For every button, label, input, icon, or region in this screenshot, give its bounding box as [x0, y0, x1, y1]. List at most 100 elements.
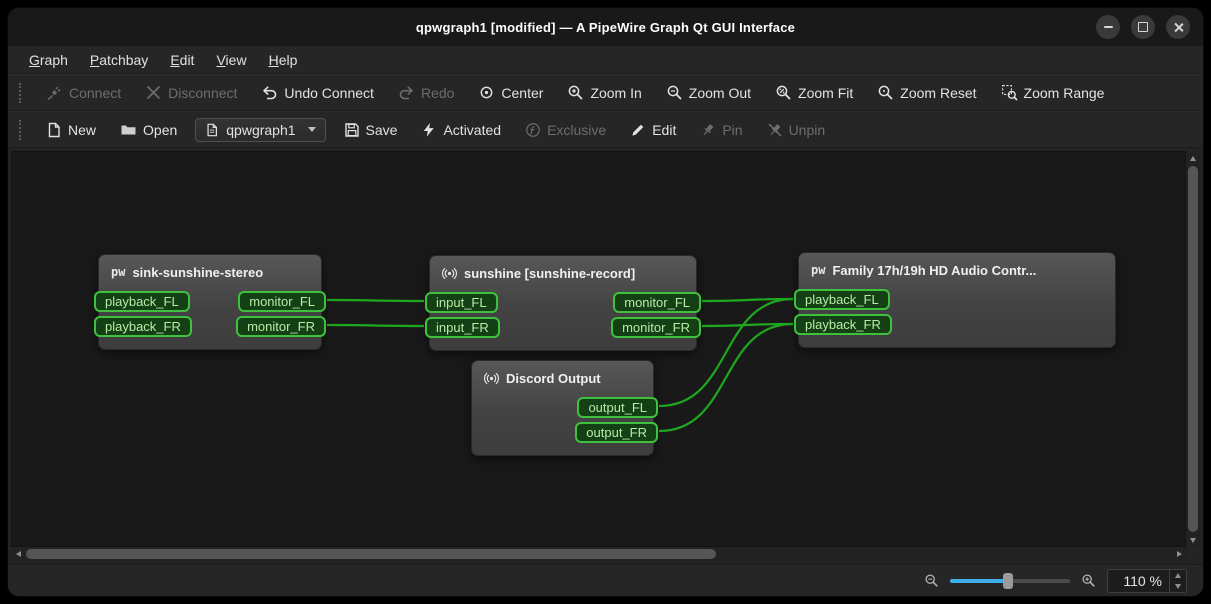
disconnect-button[interactable]: Disconnect [136, 79, 246, 106]
horizontal-scrollbar-thumb[interactable] [26, 549, 716, 559]
patchbay-file-combo[interactable]: qpwgraph1 [195, 118, 325, 142]
zoom-reset-label: Zoom Reset [900, 85, 976, 101]
zoom-slider-fill [950, 579, 1008, 583]
menu-patchbay[interactable]: Patchbay [79, 48, 159, 72]
arrow-down-icon [1175, 584, 1181, 589]
connect-button[interactable]: Connect [37, 79, 130, 106]
zoom-fit-icon [775, 84, 792, 101]
arrow-left-icon [16, 551, 21, 557]
window-title: qpwgraph1 [modified] — A PipeWire Graph … [416, 20, 795, 35]
new-button[interactable]: New [37, 117, 105, 143]
save-icon [344, 122, 360, 138]
exclusive-label: Exclusive [547, 122, 606, 138]
menu-edit[interactable]: Edit [159, 48, 205, 72]
zoom-spinbox[interactable]: 110 % [1107, 569, 1187, 593]
sink-sunshine-stereo-port-monitor_FR[interactable]: monitor_FR [236, 316, 326, 337]
pipewire-icon: pw [811, 263, 825, 278]
zoom-value: 110 % [1108, 570, 1169, 592]
zoom-slider[interactable] [950, 572, 1070, 590]
port-row: input_FRmonitor_FR [430, 317, 696, 338]
discord-output-port-output_FL[interactable]: output_FL [577, 397, 658, 418]
scroll-left-button[interactable] [11, 547, 25, 561]
save-button[interactable]: Save [335, 117, 407, 143]
arrow-right-icon [1177, 551, 1182, 557]
app-window: qpwgraph1 [modified] — A PipeWire Graph … [8, 8, 1203, 596]
zoom-in-mini-icon[interactable] [1081, 573, 1096, 588]
graph-node-sunshine[interactable]: sunshine [sunshine-record]input_FLmonito… [429, 255, 697, 351]
unpin-button[interactable]: Unpin [758, 117, 835, 143]
connection-wire[interactable] [327, 325, 424, 326]
graph-node-family-hd-audio[interactable]: pwFamily 17h/19h HD Audio Contr...playba… [798, 252, 1116, 348]
activated-toggle[interactable]: Activated [412, 117, 510, 143]
port-row: playback_FLmonitor_FL [99, 291, 321, 312]
zoom-increment-button[interactable] [1170, 570, 1186, 581]
activated-label: Activated [443, 122, 501, 138]
undo-connect-button[interactable]: Undo Connect [252, 79, 383, 106]
graph-node-discord-output[interactable]: Discord Outputoutput_FL output_FR [471, 360, 654, 456]
sunshine-port-monitor_FL[interactable]: monitor_FL [613, 292, 701, 313]
redo-icon [398, 84, 415, 101]
graph-node-sink-sunshine-stereo[interactable]: pwsink-sunshine-stereoplayback_FLmonitor… [98, 254, 322, 350]
zoom-in-label: Zoom In [590, 85, 641, 101]
zoom-decrement-button[interactable] [1170, 581, 1186, 592]
zoom-range-icon [1001, 84, 1018, 101]
zoom-out-mini-icon[interactable] [924, 573, 939, 588]
unpin-icon [767, 122, 783, 138]
family-hd-audio-port-playback_FR[interactable]: playback_FR [794, 314, 892, 335]
node-title: sunshine [sunshine-record] [464, 266, 635, 281]
zoom-out-button[interactable]: Zoom Out [657, 79, 760, 106]
pin-button[interactable]: Pin [691, 117, 751, 143]
horizontal-scrollbar[interactable] [11, 547, 1186, 561]
toolbar-drag-handle[interactable] [19, 83, 25, 103]
port-row: playback_FL [799, 289, 1115, 310]
sink-sunshine-stereo-port-monitor_FL[interactable]: monitor_FL [238, 291, 326, 312]
redo-button[interactable]: Redo [389, 79, 463, 106]
open-button[interactable]: Open [111, 116, 186, 143]
graph-canvas[interactable]: pwsink-sunshine-stereoplayback_FLmonitor… [11, 151, 1186, 547]
scroll-up-button[interactable] [1186, 151, 1200, 165]
toolbar-drag-handle[interactable] [19, 120, 25, 140]
sunshine-port-input_FR[interactable]: input_FR [425, 317, 500, 338]
minimize-button[interactable] [1096, 15, 1120, 39]
sunshine-port-monitor_FR[interactable]: monitor_FR [611, 317, 701, 338]
menu-view[interactable]: View [205, 48, 257, 72]
node-header: Discord Output [472, 361, 653, 397]
menu-help[interactable]: Help [258, 48, 309, 72]
center-button[interactable]: Center [469, 79, 552, 106]
redo-label: Redo [421, 85, 454, 101]
zoom-reset-icon [877, 84, 894, 101]
zoom-slider-handle[interactable] [1003, 573, 1013, 589]
scroll-down-button[interactable] [1186, 533, 1200, 547]
spinbox-arrows [1169, 570, 1186, 592]
sink-sunshine-stereo-port-playback_FR[interactable]: playback_FR [94, 316, 192, 337]
menu-graph[interactable]: Graph [18, 48, 79, 72]
edit-pencil-icon [630, 122, 646, 138]
zoom-fit-button[interactable]: Zoom Fit [766, 79, 862, 106]
zoom-out-icon [666, 84, 683, 101]
disconnect-icon [145, 84, 162, 101]
family-hd-audio-port-playback_FL[interactable]: playback_FL [794, 289, 890, 310]
connect-icon [46, 84, 63, 101]
node-title: sink-sunshine-stereo [132, 265, 263, 280]
vertical-scrollbar[interactable] [1186, 151, 1200, 547]
connection-wire[interactable] [327, 300, 424, 301]
close-button[interactable] [1166, 15, 1190, 39]
edit-button[interactable]: Edit [621, 117, 685, 143]
arrow-up-icon [1190, 156, 1196, 161]
vertical-scrollbar-thumb[interactable] [1188, 166, 1198, 532]
zoom-reset-button[interactable]: Zoom Reset [868, 79, 985, 106]
sink-sunshine-stereo-port-playback_FL[interactable]: playback_FL [94, 291, 190, 312]
scroll-right-button[interactable] [1172, 547, 1186, 561]
activated-bolt-icon [421, 122, 437, 138]
discord-output-port-output_FR[interactable]: output_FR [575, 422, 658, 443]
sunshine-port-input_FL[interactable]: input_FL [425, 292, 498, 313]
close-icon [1173, 22, 1184, 33]
port-row: output_FR [472, 422, 653, 443]
exclusive-toggle[interactable]: Exclusive [516, 117, 615, 143]
graph-canvas-area: pwsink-sunshine-stereoplayback_FLmonitor… [8, 148, 1203, 564]
node-header: pwFamily 17h/19h HD Audio Contr... [799, 253, 1115, 289]
zoom-range-button[interactable]: Zoom Range [992, 79, 1114, 106]
port-row: output_FL [472, 397, 653, 418]
zoom-in-button[interactable]: Zoom In [558, 79, 650, 106]
maximize-button[interactable] [1131, 15, 1155, 39]
